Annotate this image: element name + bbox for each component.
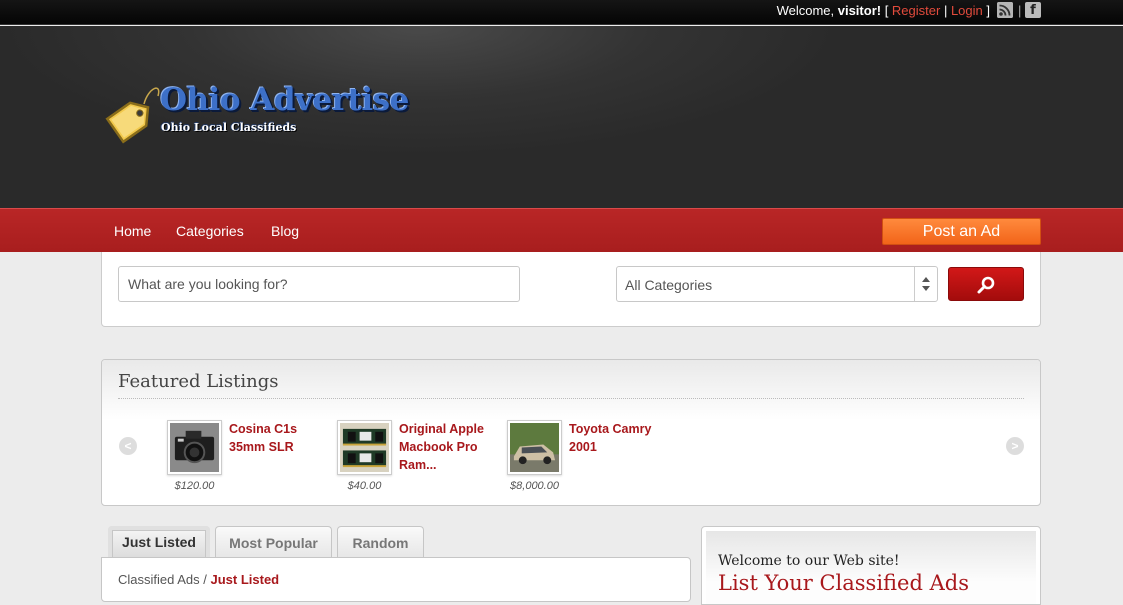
tab-just-listed[interactable]: Just Listed [108, 526, 210, 558]
category-select[interactable]: All Categories [616, 266, 938, 302]
featured-listings: Featured Listings < > Cosina C1s 35mm SL… [101, 359, 1041, 506]
register-link[interactable]: Register [892, 3, 940, 18]
chevron-up-icon [922, 277, 930, 282]
nav-item-blog[interactable]: Blog [271, 223, 299, 239]
item-title[interactable]: Toyota Camry 2001 [569, 420, 659, 456]
item-thumbnail[interactable] [167, 420, 222, 475]
main-nav: Home Categories Blog Post an Ad [0, 208, 1123, 252]
tab-panel: Classified Ads / Just Listed [101, 557, 691, 602]
item-price: $40.00 [347, 480, 382, 492]
breadcrumb-separator: / [199, 572, 211, 587]
icon-separator: | [1018, 3, 1022, 18]
site-header: Ohio Advertise Ohio Local Classifieds [0, 26, 1123, 208]
item-price: $8,000.00 [510, 480, 559, 492]
item-title[interactable]: Original Apple Macbook Pro Ram... [399, 420, 489, 474]
prev-arrow-icon[interactable]: < [119, 437, 137, 455]
visitor-name: visitor! [837, 3, 882, 18]
item-title[interactable]: Cosina C1s 35mm SLR [229, 420, 319, 456]
car-image [510, 423, 559, 472]
nav-item-home[interactable]: Home [114, 223, 151, 239]
featured-item[interactable]: Original Apple Macbook Pro Ram... $40.00 [337, 420, 497, 505]
post-ad-button[interactable]: Post an Ad [882, 218, 1041, 245]
breadcrumb-current: Just Listed [210, 572, 280, 587]
featured-title: Featured Listings [118, 371, 279, 392]
bracket-close: ] [982, 3, 990, 18]
pipe-separator: | [940, 3, 951, 18]
search-button[interactable] [948, 267, 1024, 301]
nav-item-categories[interactable]: Categories [176, 223, 244, 239]
search-panel: All Categories [101, 252, 1041, 327]
site-logo[interactable]: Ohio Advertise Ohio Local Classifieds [100, 78, 409, 158]
next-arrow-icon[interactable]: > [1006, 437, 1024, 455]
featured-divider [118, 398, 1024, 399]
top-bar: Welcome, visitor! [ Register | Login ] |… [0, 0, 1123, 25]
rss-icon[interactable] [997, 2, 1013, 18]
welcome-box-title: Welcome to our Web site! [718, 553, 900, 569]
item-thumbnail[interactable] [337, 420, 392, 475]
price-tag-icon [105, 87, 160, 144]
featured-item[interactable]: Cosina C1s 35mm SLR $120.00 [167, 420, 327, 505]
breadcrumb: Classified Ads / Just Listed [118, 572, 279, 587]
logo-subtitle: Ohio Local Classifieds [161, 121, 297, 134]
welcome-box: Welcome to our Web site! List Your Class… [701, 526, 1041, 605]
tab-random[interactable]: Random [337, 526, 424, 558]
login-link[interactable]: Login [951, 3, 983, 18]
welcome-text: Welcome, visitor! [ Register | Login ] [777, 3, 990, 18]
bracket-open: [ [881, 3, 892, 18]
chevron-down-icon [922, 286, 930, 291]
logo-title: Ohio Advertise [160, 82, 409, 118]
item-price: $120.00 [174, 480, 215, 492]
select-spinner[interactable] [914, 267, 937, 301]
camera-image [170, 423, 219, 472]
tab-most-popular[interactable]: Most Popular [215, 526, 332, 558]
breadcrumb-root[interactable]: Classified Ads [118, 572, 200, 587]
category-select-value: All Categories [625, 277, 713, 293]
ram-image [340, 423, 389, 472]
search-icon [977, 276, 995, 294]
item-thumbnail[interactable] [507, 420, 562, 475]
facebook-icon[interactable]: f [1025, 2, 1041, 18]
search-input[interactable] [118, 266, 520, 302]
welcome-box-headline: List Your Classified Ads [718, 571, 969, 595]
welcome-prefix: Welcome, [776, 3, 838, 18]
featured-item[interactable]: Toyota Camry 2001 $8,000.00 [507, 420, 667, 505]
